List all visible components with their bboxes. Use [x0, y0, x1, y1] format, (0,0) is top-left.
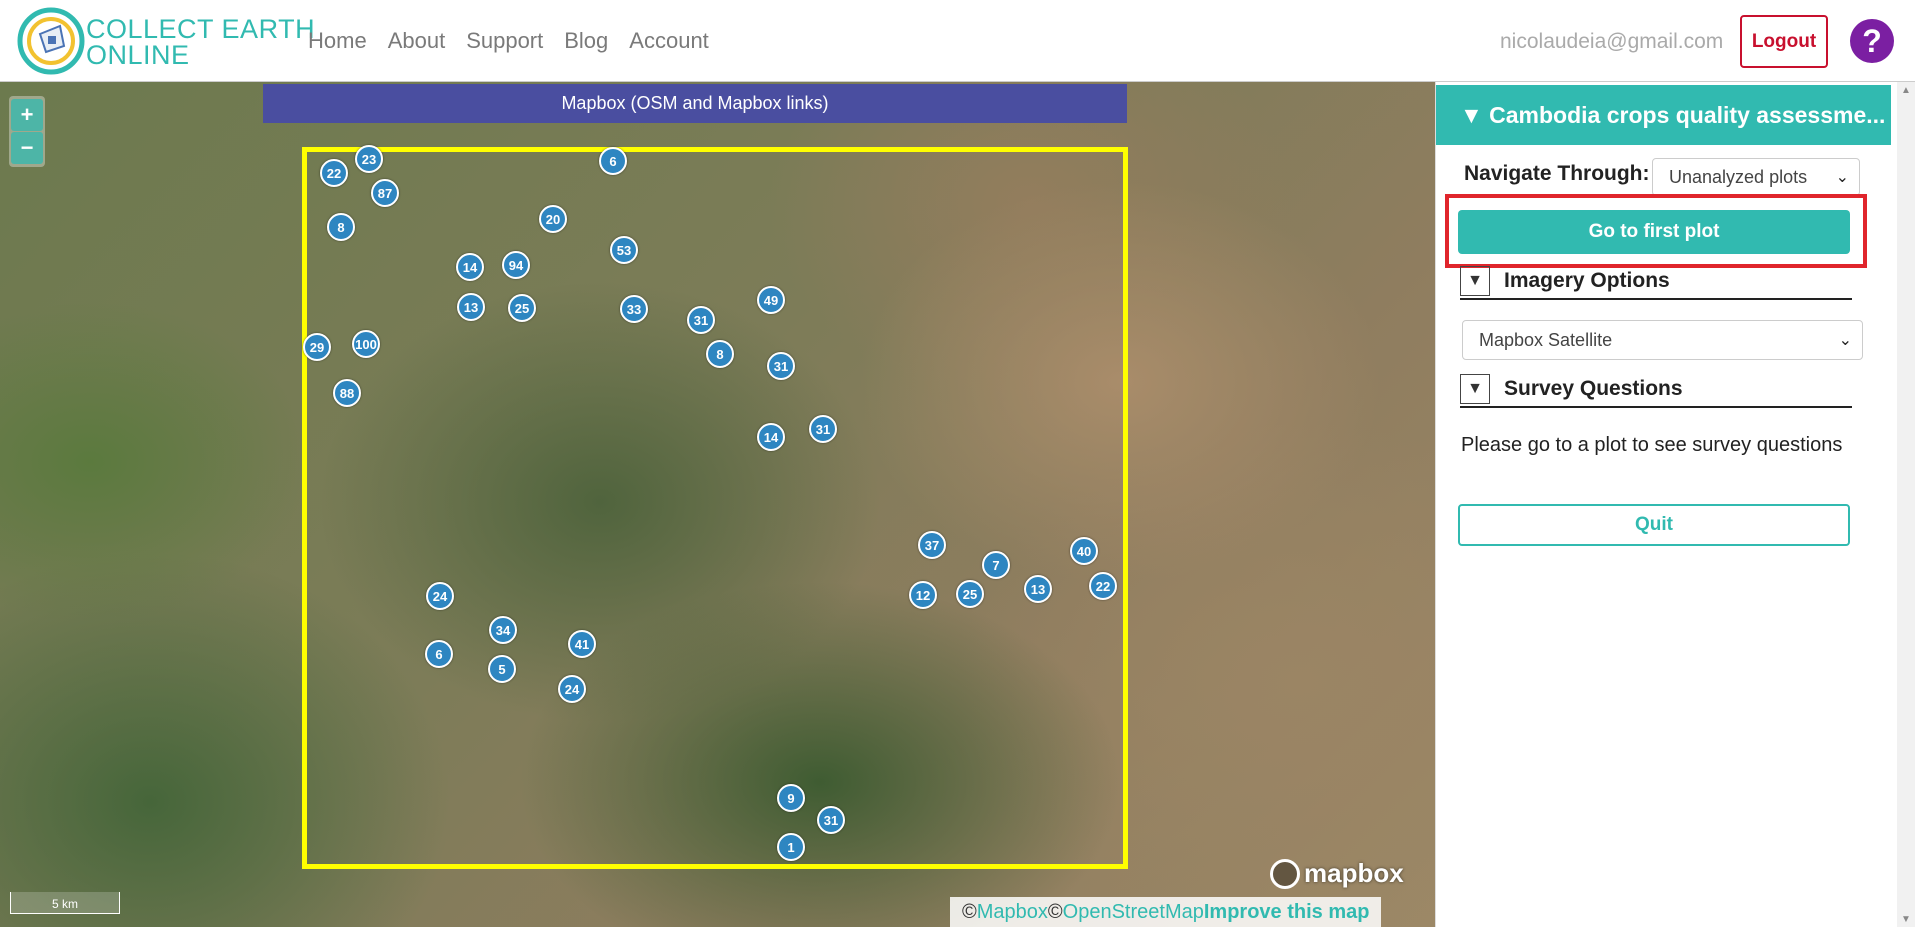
- plot-cluster[interactable]: 25: [508, 294, 536, 322]
- side-panel: ▼ Cambodia crops quality assessme... Nav…: [1435, 82, 1915, 927]
- imagery-attribution-banner: Mapbox (OSM and Mapbox links): [263, 84, 1127, 123]
- plot-cluster[interactable]: 13: [1024, 575, 1052, 603]
- logo-line-2: ONLINE: [86, 40, 190, 70]
- plot-cluster[interactable]: 37: [918, 531, 946, 559]
- scroll-up-icon[interactable]: ▲: [1897, 82, 1915, 98]
- survey-message: Please go to a plot to see survey questi…: [1461, 434, 1843, 456]
- plot-cluster[interactable]: 33: [620, 295, 648, 323]
- plot-cluster[interactable]: 31: [687, 306, 715, 334]
- navigate-through-select[interactable]: Unanalyzed plots ⌄: [1652, 158, 1860, 196]
- logo-line-1: COLLECT EARTH: [86, 14, 316, 44]
- imagery-select[interactable]: Mapbox Satellite ⌄: [1462, 320, 1863, 360]
- chevron-down-icon: ⌄: [1838, 332, 1852, 349]
- collect-earth-logo[interactable]: [16, 6, 86, 76]
- plot-cluster[interactable]: 12: [909, 581, 937, 609]
- plot-cluster[interactable]: 25: [956, 580, 984, 608]
- plot-cluster[interactable]: 94: [502, 251, 530, 279]
- mapbox-logo[interactable]: mapbox: [1270, 858, 1404, 889]
- mapbox-icon: [1270, 858, 1300, 889]
- plot-cluster[interactable]: 9: [777, 784, 805, 812]
- plot-cluster[interactable]: 24: [426, 582, 454, 610]
- logout-button[interactable]: Logout: [1740, 15, 1828, 68]
- plot-cluster[interactable]: 29: [303, 333, 331, 361]
- user-email: nicolaudeia@gmail.com: [1500, 30, 1724, 53]
- collapse-toggle-icon[interactable]: ▼: [1460, 266, 1490, 296]
- map-view[interactable]: + − Mapbox (OSM and Mapbox links) 22 23 …: [0, 82, 1435, 927]
- plot-cluster[interactable]: 53: [610, 236, 638, 264]
- project-boundary: [302, 147, 1128, 869]
- plot-cluster[interactable]: 20: [539, 205, 567, 233]
- logo-text[interactable]: COLLECT EARTH ONLINE: [86, 14, 316, 70]
- navigate-through-value: Unanalyzed plots: [1669, 166, 1808, 187]
- zoom-out-button[interactable]: −: [11, 132, 43, 164]
- plot-cluster[interactable]: 87: [371, 179, 399, 207]
- plot-cluster[interactable]: 31: [767, 352, 795, 380]
- nav-account[interactable]: Account: [629, 28, 709, 54]
- header: COLLECT EARTH ONLINE Home About Support …: [0, 0, 1915, 82]
- improve-map-link[interactable]: Improve this map: [1204, 901, 1370, 924]
- plot-cluster[interactable]: 100: [352, 330, 380, 358]
- scale-bar: 5 km: [10, 892, 120, 914]
- plot-cluster[interactable]: 31: [817, 806, 845, 834]
- plot-cluster[interactable]: 22: [320, 159, 348, 187]
- nav-about[interactable]: About: [388, 28, 446, 54]
- openstreetmap-link[interactable]: OpenStreetMap: [1063, 901, 1204, 924]
- nav-blog[interactable]: Blog: [564, 28, 608, 54]
- plot-cluster[interactable]: 23: [355, 145, 383, 173]
- nav-home[interactable]: Home: [308, 28, 367, 54]
- plot-cluster[interactable]: 31: [809, 415, 837, 443]
- plot-cluster[interactable]: 14: [757, 423, 785, 451]
- plot-cluster[interactable]: 41: [568, 630, 596, 658]
- plot-cluster[interactable]: 34: [489, 616, 517, 644]
- plot-cluster[interactable]: 8: [706, 340, 734, 368]
- plot-cluster[interactable]: 6: [599, 147, 627, 175]
- main-nav: Home About Support Blog Account: [308, 28, 709, 54]
- plot-cluster[interactable]: 7: [982, 551, 1010, 579]
- scroll-down-icon[interactable]: ▼: [1897, 911, 1915, 927]
- map-attribution: © Mapbox © OpenStreetMap Improve this ma…: [950, 897, 1382, 927]
- plot-cluster[interactable]: 88: [333, 379, 361, 407]
- attribution-copy-1: ©: [962, 900, 977, 923]
- imagery-options-label: Imagery Options: [1504, 269, 1670, 292]
- survey-questions-header[interactable]: ▼ Survey Questions: [1460, 372, 1852, 408]
- plot-cluster[interactable]: 24: [558, 675, 586, 703]
- help-icon[interactable]: ?: [1850, 19, 1894, 63]
- plot-cluster[interactable]: 40: [1070, 537, 1098, 565]
- zoom-in-button[interactable]: +: [11, 99, 43, 131]
- mapbox-link[interactable]: Mapbox: [977, 901, 1048, 924]
- plot-cluster[interactable]: 49: [757, 286, 785, 314]
- plot-cluster[interactable]: 22: [1089, 572, 1117, 600]
- survey-questions-label: Survey Questions: [1504, 377, 1683, 400]
- imagery-select-value: Mapbox Satellite: [1479, 329, 1613, 350]
- chevron-down-icon: ⌄: [1835, 169, 1849, 186]
- plot-cluster[interactable]: 6: [425, 640, 453, 668]
- plot-cluster[interactable]: 13: [457, 293, 485, 321]
- plot-cluster[interactable]: 1: [777, 833, 805, 861]
- plot-cluster[interactable]: 8: [327, 213, 355, 241]
- imagery-options-header[interactable]: ▼ Imagery Options: [1460, 264, 1852, 300]
- go-to-first-plot-button[interactable]: Go to first plot: [1458, 210, 1850, 254]
- attribution-copy-2: ©: [1047, 900, 1063, 923]
- mapbox-logo-text: mapbox: [1304, 858, 1404, 888]
- plot-cluster[interactable]: 14: [456, 253, 484, 281]
- navigate-through-label: Navigate Through:: [1464, 162, 1650, 185]
- zoom-control: + −: [9, 96, 45, 167]
- quit-button[interactable]: Quit: [1458, 504, 1850, 546]
- panel-scrollbar[interactable]: ▲ ▼: [1897, 82, 1915, 927]
- project-title-toggle[interactable]: ▼ Cambodia crops quality assessme...: [1436, 85, 1891, 145]
- nav-support[interactable]: Support: [466, 28, 543, 54]
- plot-cluster[interactable]: 5: [488, 655, 516, 683]
- collapse-toggle-icon[interactable]: ▼: [1460, 374, 1490, 404]
